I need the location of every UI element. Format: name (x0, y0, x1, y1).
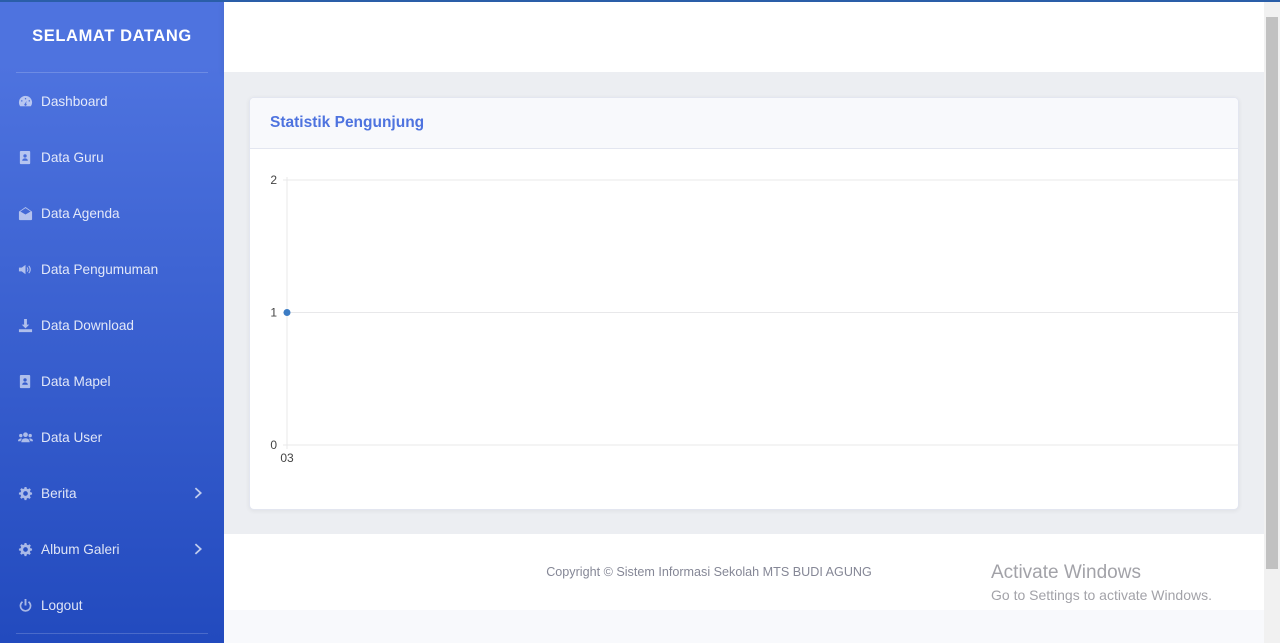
visitor-chart[interactable]: 0 1 2 03 (250, 149, 1238, 509)
sidebar-brand[interactable]: SELAMAT DATANG (0, 0, 224, 72)
copyright-text: Copyright © Sistem Informasi Sekolah MTS… (546, 565, 872, 579)
card-header: Statistik Pengunjung (250, 98, 1238, 149)
y-tick-label: 1 (270, 306, 277, 320)
sidebar-item-data-guru[interactable]: Data Guru (0, 129, 224, 185)
envelope-open-icon (17, 205, 33, 221)
sidebar-item-data-download[interactable]: Data Download (0, 297, 224, 353)
topbar (224, 2, 1264, 72)
sidebar-item-label: Album Galeri (41, 541, 120, 557)
sidebar-item-dashboard[interactable]: Dashboard (0, 73, 224, 129)
x-tick-label: 03 (280, 451, 294, 465)
sidebar-item-label: Data Guru (41, 149, 104, 165)
sidebar-item-label: Dashboard (41, 93, 108, 109)
users-icon (17, 429, 33, 445)
power-icon (17, 597, 33, 613)
gauge-icon (17, 93, 33, 109)
volume-icon (17, 261, 33, 277)
top-accent-line (0, 0, 1280, 2)
sidebar-item-logout[interactable]: Logout (0, 577, 224, 633)
sidebar-item-label: Data User (41, 429, 103, 445)
y-tick-label: 2 (270, 173, 277, 187)
sidebar-item-berita[interactable]: Berita (0, 465, 224, 521)
visitor-stats-card: Statistik Pengunjung 0 1 2 03 (249, 97, 1239, 510)
chevron-right-icon (194, 543, 204, 555)
sidebar-item-data-agenda[interactable]: Data Agenda (0, 185, 224, 241)
sidebar-nav: Dashboard Data Guru Data Agenda Data Pen… (0, 73, 224, 633)
sidebar-item-data-mapel[interactable]: Data Mapel (0, 353, 224, 409)
card-title: Statistik Pengunjung (270, 114, 425, 131)
data-point[interactable] (283, 309, 291, 316)
chevron-right-icon (194, 487, 204, 499)
download-icon (17, 317, 33, 333)
sidebar: SELAMAT DATANG Dashboard Data Guru Data … (0, 0, 224, 643)
sidebar-item-label: Berita (41, 485, 77, 501)
activate-windows-watermark: Activate Windows Go to Settings to activ… (991, 562, 1212, 603)
scrollbar-thumb[interactable] (1266, 17, 1278, 569)
chart-svg[interactable]: 0 1 2 03 (250, 149, 1239, 509)
gear-icon (17, 541, 33, 557)
address-book-icon (17, 373, 33, 389)
sidebar-item-label: Data Mapel (41, 373, 111, 389)
y-tick-label: 0 (270, 438, 277, 452)
address-book-icon (17, 149, 33, 165)
vertical-scrollbar[interactable] (1264, 2, 1280, 643)
sidebar-item-label: Data Download (41, 317, 134, 333)
sidebar-divider (16, 633, 208, 634)
sidebar-item-data-user[interactable]: Data User (0, 409, 224, 465)
sidebar-item-label: Logout (41, 597, 83, 613)
sidebar-item-label: Data Pengumuman (41, 261, 159, 277)
watermark-subtitle: Go to Settings to activate Windows. (991, 587, 1212, 603)
sidebar-item-data-pengumuman[interactable]: Data Pengumuman (0, 241, 224, 297)
watermark-title: Activate Windows (991, 562, 1141, 583)
gear-icon (17, 485, 33, 501)
sidebar-item-label: Data Agenda (41, 205, 120, 221)
bottom-strip (224, 610, 1264, 643)
sidebar-item-album-galeri[interactable]: Album Galeri (0, 521, 224, 577)
